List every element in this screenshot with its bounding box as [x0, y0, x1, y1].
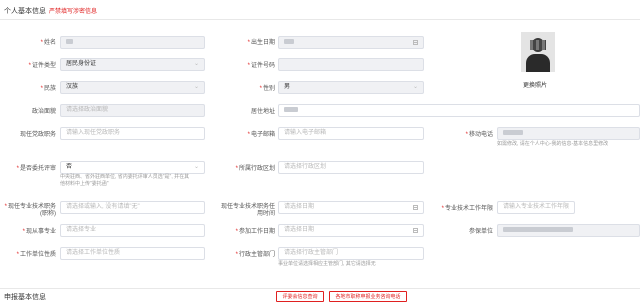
- label-admin-dept: 行政主管部门: [215, 251, 275, 259]
- label-address: 居住地址: [250, 109, 275, 115]
- current-title-select[interactable]: 请选择或输入, 没有请填"无": [60, 201, 205, 214]
- calendar-icon: [413, 228, 418, 233]
- avatar-photo: [521, 32, 555, 72]
- label-title-date-2: 用时间: [256, 211, 275, 217]
- section-title-application-info: 申报基本信息: [4, 294, 46, 301]
- calendar-icon: [413, 40, 418, 45]
- region-select[interactable]: 请选择行政区划: [278, 161, 424, 174]
- change-photo-button[interactable]: 更换照片: [523, 80, 547, 89]
- mobile-hint: 如需修改, 请在个人中心-我的信息-基本信息里修改: [497, 141, 609, 147]
- confidential-warning: 严禁填写涉密信息: [49, 9, 98, 15]
- ethnic-select[interactable]: 汉族 ⌄: [60, 81, 205, 94]
- label-name: 姓名: [4, 39, 56, 47]
- id-type-select[interactable]: 居民身份证 ⌄: [60, 58, 205, 71]
- work-date-picker[interactable]: 请选择日期: [278, 224, 424, 237]
- address-field[interactable]: [278, 104, 640, 117]
- name-field[interactable]: [60, 36, 205, 49]
- political-select[interactable]: 请选择政治面貌: [60, 104, 205, 117]
- label-recommend: 是否委托评审: [4, 165, 56, 173]
- recommend-hint-line1: 中央驻西、省外驻西单位, 省内委托评审人员选"是", 并在其: [60, 174, 190, 180]
- unit-type-select[interactable]: 请选择工作单位性质: [60, 247, 205, 260]
- gender-select[interactable]: 男 ⌄: [278, 81, 424, 94]
- label-political: 政治面貌: [31, 109, 56, 115]
- tech-work-years-input[interactable]: 请输入专业技术工作年限: [497, 201, 575, 214]
- label-email: 电子邮箱: [215, 131, 275, 139]
- label-unit-type: 工作单位性质: [4, 251, 56, 259]
- label-region: 所属行政区划: [215, 165, 275, 173]
- section-title-personal-info: 个人基本信息: [4, 8, 46, 15]
- chevron-down-icon: ⌄: [193, 84, 199, 90]
- unit-field[interactable]: [497, 224, 640, 237]
- label-gender: 性别: [215, 85, 275, 93]
- mobile-field[interactable]: [497, 127, 640, 140]
- title-date-picker[interactable]: 请选择日期: [278, 201, 424, 214]
- major-select[interactable]: 请选择专业: [60, 224, 205, 237]
- birth-date-field[interactable]: [278, 36, 424, 49]
- chevron-down-icon: ⌄: [412, 84, 418, 90]
- chevron-down-icon: ⌄: [193, 164, 199, 170]
- recommend-select[interactable]: 否 ⌄: [60, 161, 205, 174]
- admin-dept-hint: 事业单位请选择相应主管部门, 其它请选择无: [278, 261, 376, 267]
- label-mobile: 移动电话: [440, 131, 493, 139]
- label-unit: 参保单位: [468, 229, 493, 235]
- label-ethnic: 民族: [4, 85, 56, 93]
- chevron-down-icon: ⌄: [193, 61, 199, 67]
- section-divider: [0, 288, 640, 289]
- query-certificate-button[interactable]: 评委会信息查询: [276, 291, 324, 302]
- recommend-hint-line2: 他材料中上传"委托函": [60, 181, 109, 187]
- label-id-number: 证件号码: [215, 62, 275, 70]
- label-major: 现从事专业: [4, 228, 56, 236]
- label-work-date: 参加工作日期: [215, 228, 275, 236]
- label-birth-date: 出生日期: [215, 39, 275, 47]
- label-current-title-2: (职称): [40, 211, 56, 217]
- label-tech-work-years: 专业技术工作年限: [440, 205, 493, 213]
- label-id-type: 证件类型: [4, 62, 56, 70]
- header-divider: [0, 19, 640, 20]
- admin-dept-select[interactable]: 请选择行政主管部门: [278, 247, 424, 260]
- label-current-post: 现任党政职务: [19, 132, 56, 138]
- calendar-icon: [413, 205, 418, 210]
- query-review-button[interactable]: 各地市职称申报业务咨询电话: [329, 291, 407, 302]
- current-post-input[interactable]: 请输入现任党政职务: [60, 127, 205, 140]
- email-input[interactable]: 请输入电子邮箱: [278, 127, 424, 140]
- id-number-field[interactable]: [278, 58, 424, 71]
